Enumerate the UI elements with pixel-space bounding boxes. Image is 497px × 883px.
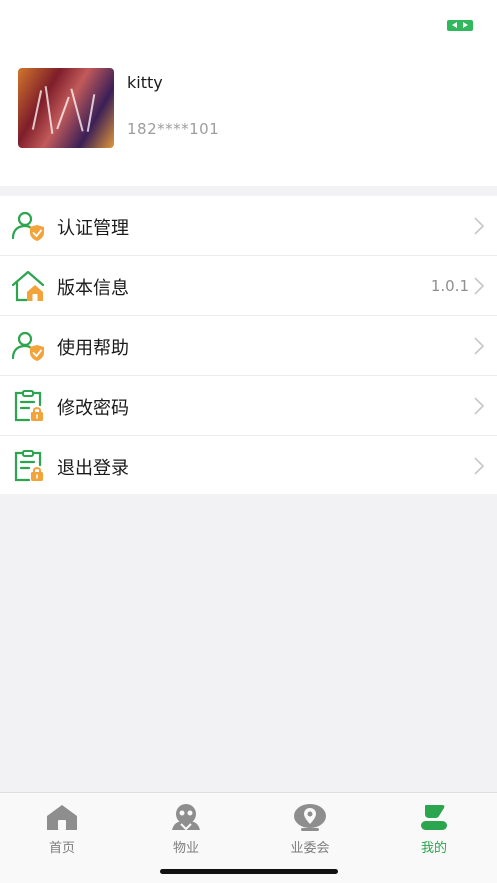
- tab-label: 首页: [48, 841, 75, 856]
- menu-item-help[interactable]: 使用帮助: [0, 316, 497, 376]
- user-name: kitty: [127, 73, 163, 92]
- user-shield-icon: [10, 208, 46, 244]
- mine-icon: [417, 803, 451, 831]
- menu-item-label: 修改密码: [57, 398, 129, 419]
- tab-label: 业委会: [290, 841, 330, 856]
- menu-item-version[interactable]: 版本信息 1.0.1: [0, 256, 497, 316]
- menu-item-label: 版本信息: [57, 278, 129, 299]
- house-icon: [10, 268, 46, 304]
- chevron-right-icon: [473, 396, 485, 416]
- committee-icon: [293, 803, 327, 831]
- tab-label: 物业: [172, 841, 199, 856]
- tab-mine[interactable]: 我的: [372, 801, 496, 856]
- profile-header: kitty 182****101: [0, 0, 497, 186]
- menu-item-label: 使用帮助: [57, 338, 129, 359]
- menu-item-change-password[interactable]: 修改密码: [0, 376, 497, 436]
- chevron-right-icon: [473, 216, 485, 236]
- tab-label: 我的: [420, 841, 447, 856]
- settings-menu: 认证管理 版本信息 1.0.1 使用帮助 修改密码 退出登录: [0, 196, 497, 494]
- menu-item-certification[interactable]: 认证管理: [0, 196, 497, 256]
- menu-item-logout[interactable]: 退出登录: [0, 436, 497, 496]
- home-indicator[interactable]: [160, 869, 338, 874]
- chevron-right-icon: [473, 276, 485, 296]
- user-phone: 182****101: [127, 120, 220, 138]
- user-shield-icon: [10, 328, 46, 364]
- swap-icon[interactable]: [447, 20, 473, 31]
- chevron-right-icon: [473, 336, 485, 356]
- clipboard-lock-icon: [10, 388, 46, 424]
- clipboard-lock-icon: [10, 448, 46, 484]
- menu-item-label: 退出登录: [57, 458, 129, 479]
- tab-committee[interactable]: 业委会: [248, 801, 372, 856]
- tab-home[interactable]: 首页: [0, 801, 124, 856]
- home-icon: [45, 803, 79, 831]
- chevron-right-icon: [473, 456, 485, 476]
- tab-property[interactable]: 物业: [124, 801, 248, 856]
- property-icon: [169, 803, 203, 831]
- avatar[interactable]: [18, 68, 114, 148]
- version-value: 1.0.1: [430, 277, 469, 295]
- menu-item-label: 认证管理: [57, 218, 129, 239]
